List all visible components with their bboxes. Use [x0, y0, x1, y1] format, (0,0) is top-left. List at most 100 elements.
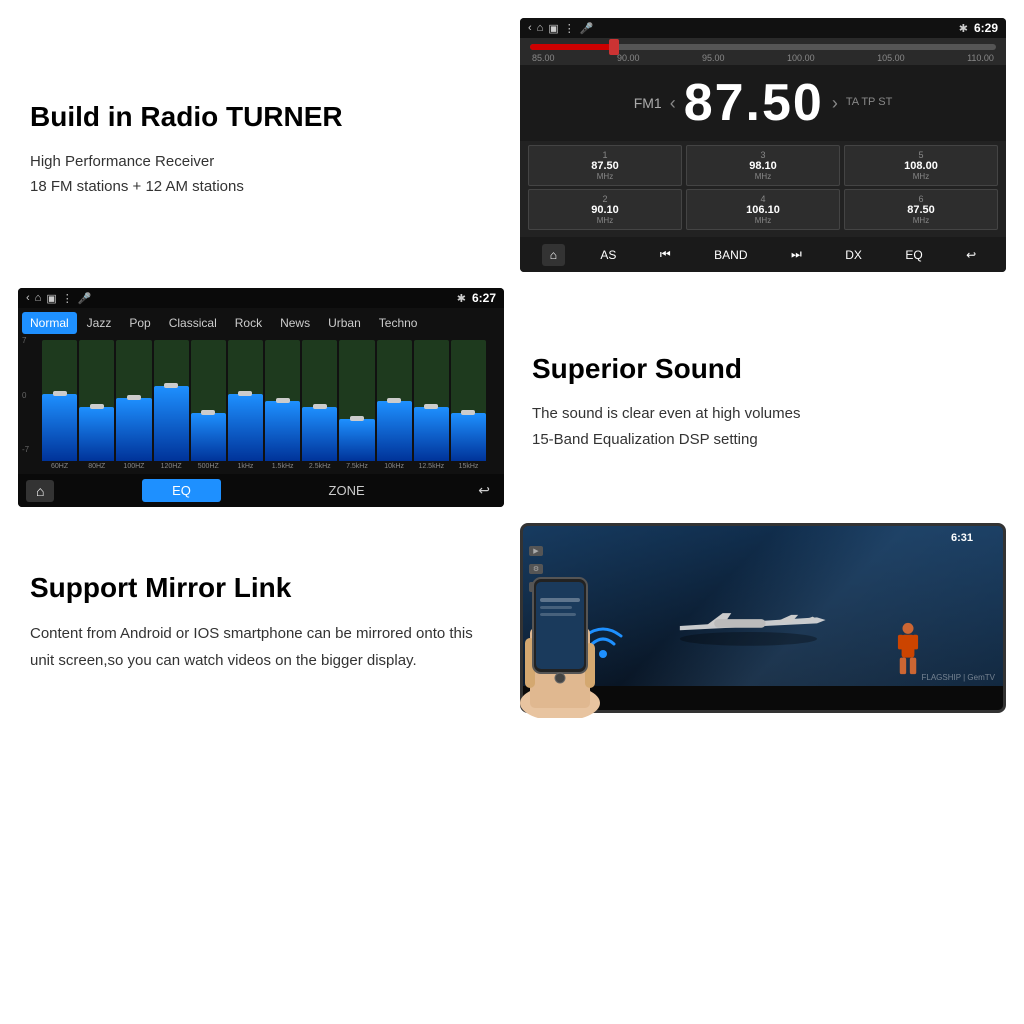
preset-row-1: 1 87.50 MHz 3 98.10 MHz 5 108.00 MHz: [528, 145, 998, 186]
radio-nav-icons: ‹ ⌂ ▣ ⋮ 🎤: [528, 22, 593, 35]
seek-label-5: 105.00: [877, 53, 905, 63]
radio-next-btn[interactable]: ⏭: [783, 243, 810, 266]
eq-band-120hz: 120HZ: [154, 340, 189, 470]
radio-screen: ‹ ⌂ ▣ ⋮ 🎤 ✱ 6:29 85.00: [520, 18, 1006, 272]
mirror-device-time: 6:31: [951, 532, 973, 544]
eq-scale-mid: 0: [22, 391, 29, 400]
mirror-title: Support Mirror Link: [30, 572, 492, 604]
radio-controls-bar: ⌂ AS ⏮ BAND ⏭ DX EQ ↩: [520, 237, 1006, 272]
eq-band-1khz: 1kHz: [228, 340, 263, 470]
screen-watermark: FLAGSHIP | GemTV: [921, 673, 995, 682]
mic-icon[interactable]: 🎤: [580, 22, 594, 35]
eq-clock: 6:27: [472, 291, 496, 305]
eq-mode-row: Normal Jazz Pop Classical Rock News Urba…: [18, 308, 504, 336]
preset-2[interactable]: 2 90.10 MHz: [528, 189, 682, 230]
eq-bands: 60HZ 80HZ: [24, 340, 498, 470]
eq-time-area: ✱ 6:27: [457, 291, 496, 305]
radio-ui-section: ‹ ⌂ ▣ ⋮ 🎤 ✱ 6:29 85.00: [512, 10, 1014, 280]
eq-mode-techno[interactable]: Techno: [371, 312, 426, 334]
radio-back-btn[interactable]: ↩: [958, 244, 984, 266]
eq-nav-icons: ‹ ⌂ ▣ ⋮ 🎤: [26, 292, 91, 305]
mirror-desc: Content from Android or IOS smartphone c…: [30, 620, 492, 674]
radio-eq-btn[interactable]: EQ: [897, 244, 930, 266]
radio-freq-display: FM1 ‹ 87.50 › TA TP ST: [520, 65, 1006, 141]
radio-home-btn[interactable]: ⌂: [542, 244, 565, 266]
preset-1[interactable]: 1 87.50 MHz: [528, 145, 682, 186]
radio-desc2: 18 FM stations + 12 AM stations: [30, 174, 492, 200]
eq-bottom-bar: ⌂ EQ ZONE ↩: [18, 474, 504, 507]
radio-frequency: 87.50: [684, 73, 824, 133]
radio-presets: 1 87.50 MHz 3 98.10 MHz 5 108.00 MHz: [520, 141, 1006, 237]
eq-zone-btn[interactable]: ZONE: [309, 479, 385, 502]
eq-bands-container: 7 0 -7 60HZ: [18, 336, 504, 474]
eq-mode-pop[interactable]: Pop: [121, 312, 158, 334]
mirror-mockup: 6:31 ▶ ⚙ ♪: [520, 523, 1006, 713]
mirror-ui-section: 6:31 ▶ ⚙ ♪: [512, 515, 1014, 721]
eq-band-7-5khz: 7.5kHz: [339, 340, 374, 470]
preset-5[interactable]: 5 108.00 MHz: [844, 145, 998, 186]
eq-screen: ‹ ⌂ ▣ ⋮ 🎤 ✱ 6:27 Normal Jazz Pop Classic…: [18, 288, 504, 507]
radio-title: Build in Radio TURNER: [30, 101, 492, 133]
freq-prev-btn[interactable]: ‹: [670, 93, 676, 114]
radio-seek-bar: 85.00 90.00 95.00 100.00 105.00 110.00: [520, 38, 1006, 65]
eq-band-80hz: 80HZ: [79, 340, 114, 470]
radio-band-btn[interactable]: BAND: [706, 244, 755, 266]
person-illustration: [893, 621, 923, 676]
eq-mode-news[interactable]: News: [272, 312, 318, 334]
seek-label-2: 90.00: [617, 53, 640, 63]
eq-apps-icon[interactable]: ▣: [46, 292, 56, 305]
sound-title: Superior Sound: [532, 353, 994, 385]
preset-3[interactable]: 3 98.10 MHz: [686, 145, 840, 186]
home-icon[interactable]: ⌂: [537, 22, 544, 34]
phone-in-hand: [505, 548, 615, 723]
eq-scale: 7 0 -7: [22, 336, 29, 454]
seek-labels: 85.00 90.00 95.00 100.00 105.00 110.00: [530, 53, 996, 63]
bluetooth-icon: ✱: [959, 22, 968, 35]
radio-band: FM1: [634, 95, 662, 111]
eq-mode-normal[interactable]: Normal: [22, 312, 77, 334]
eq-band-10khz: 10kHz: [377, 340, 412, 470]
seek-track[interactable]: [530, 44, 996, 50]
radio-tags: TA TP ST: [846, 95, 892, 110]
sound-text-section: Superior Sound The sound is clear even a…: [512, 280, 1014, 515]
eq-band-1-5khz: 1.5kHz: [265, 340, 300, 470]
eq-menu-icon[interactable]: ⋮: [62, 292, 73, 305]
preset-row-2: 2 90.10 MHz 4 106.10 MHz 6 87.50 MHz: [528, 189, 998, 230]
eq-bluetooth-icon: ✱: [457, 292, 466, 305]
radio-prev-btn[interactable]: ⏮: [652, 243, 679, 266]
eq-eq-btn[interactable]: EQ: [142, 479, 221, 502]
eq-home-btn[interactable]: ⌂: [26, 480, 54, 502]
eq-mode-rock[interactable]: Rock: [227, 312, 270, 334]
menu-icon[interactable]: ⋮: [564, 22, 575, 35]
preset-4[interactable]: 4 106.10 MHz: [686, 189, 840, 230]
eq-mode-urban[interactable]: Urban: [320, 312, 369, 334]
eq-band-2-5khz: 2.5kHz: [302, 340, 337, 470]
seek-label-1: 85.00: [532, 53, 555, 63]
eq-band-60hz: 60HZ: [42, 340, 77, 470]
eq-mode-classical[interactable]: Classical: [161, 312, 225, 334]
radio-status-bar: ‹ ⌂ ▣ ⋮ 🎤 ✱ 6:29: [520, 18, 1006, 38]
airplane-illustration: [667, 596, 847, 656]
mirror-text-section: Support Mirror Link Content from Android…: [10, 515, 512, 721]
eq-band-500hz: 500HZ: [191, 340, 226, 470]
radio-dx-btn[interactable]: DX: [837, 244, 870, 266]
seek-label-3: 95.00: [702, 53, 725, 63]
seek-thumb[interactable]: [609, 39, 619, 55]
eq-scale-bot: -7: [22, 445, 29, 454]
eq-home-icon[interactable]: ⌂: [35, 292, 42, 305]
eq-back-btn[interactable]: ↩: [472, 479, 496, 502]
eq-back-icon[interactable]: ‹: [26, 292, 30, 305]
freq-next-btn[interactable]: ›: [832, 93, 838, 114]
eq-band-12-5khz: 12.5kHz: [414, 340, 449, 470]
eq-mic-icon[interactable]: 🎤: [78, 292, 92, 305]
preset-6[interactable]: 6 87.50 MHz: [844, 189, 998, 230]
eq-mode-jazz[interactable]: Jazz: [79, 312, 120, 334]
radio-as-btn[interactable]: AS: [592, 244, 624, 266]
eq-band-100hz: 100HZ: [116, 340, 151, 470]
back-icon[interactable]: ‹: [528, 22, 532, 34]
radio-clock: 6:29: [974, 21, 998, 35]
eq-status-bar: ‹ ⌂ ▣ ⋮ 🎤 ✱ 6:27: [18, 288, 504, 308]
apps-icon[interactable]: ▣: [548, 22, 558, 35]
radio-text-section: Build in Radio TURNER High Performance R…: [10, 10, 512, 280]
eq-band-15khz: 15kHz: [451, 340, 486, 470]
